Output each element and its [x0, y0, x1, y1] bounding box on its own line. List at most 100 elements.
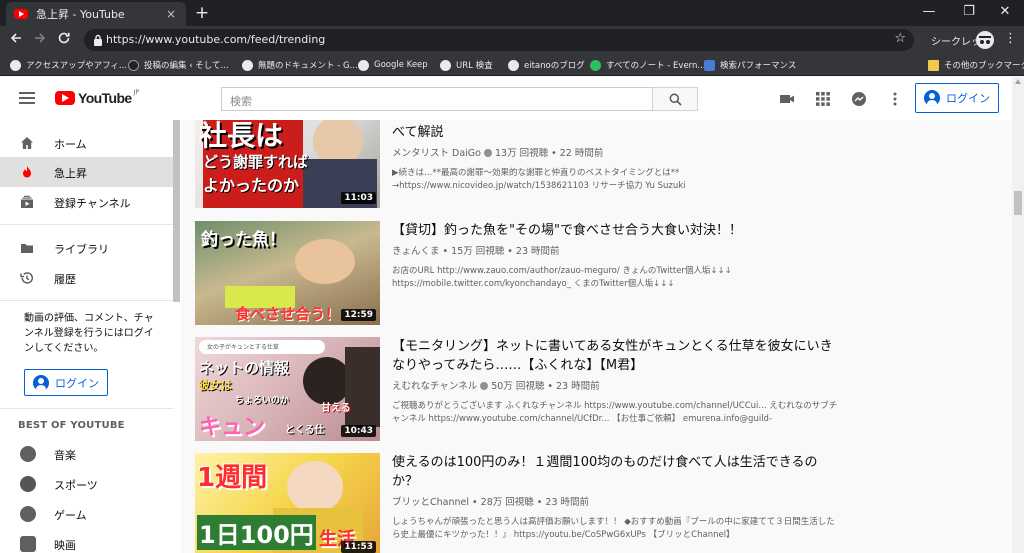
- video-item[interactable]: 女の子がキュンとする仕草 ネットの情報 彼女は ちょろいのか 甘える キュン と…: [195, 337, 995, 441]
- tab-title: 急上昇 - YouTube: [36, 8, 125, 21]
- thumbnail-text: 食べさせ合う！: [235, 305, 341, 323]
- browser-toolbar: https://www.youtube.com/feed/trending ☆ …: [0, 26, 1024, 54]
- video-stats: 28万 回視聴 • 23 時間前: [480, 497, 590, 508]
- sidebar-item-trending[interactable]: 急上昇: [0, 157, 173, 187]
- settings-more-icon[interactable]: [887, 91, 903, 107]
- sidebar-item-subscriptions[interactable]: 登録チャンネル: [0, 187, 173, 217]
- sidebar-item-library[interactable]: ライブラリ: [0, 233, 173, 263]
- video-title[interactable]: 【貸切】釣った魚を"その場"で食べさせ合う大食い対決！！: [392, 221, 842, 240]
- video-thumbnail[interactable]: 女の子がキュンとする仕草 ネットの情報 彼女は ちょろいのか 甘える キュン と…: [195, 337, 380, 441]
- sidebar-scrollbar[interactable]: [173, 120, 180, 302]
- bookmark-item[interactable]: 検索パフォーマンス: [704, 58, 796, 72]
- bookmark-item[interactable]: eitanoのブログ: [508, 58, 585, 72]
- channel-name[interactable]: ブリッとChannel: [392, 497, 469, 508]
- url-text: https://www.youtube.com/feed/trending: [106, 33, 326, 46]
- bookmark-item[interactable]: すべてのノート - Evern...: [590, 58, 706, 72]
- incognito-icon[interactable]: [976, 31, 994, 49]
- bookmark-item[interactable]: URL 検査: [440, 58, 493, 72]
- bookmark-star-icon[interactable]: ☆: [894, 31, 906, 46]
- video-info: のどうしているんでしょうか【謝罪のうまい下手】のうまい謝罪の謝罪を比べて解説 メ…: [392, 120, 842, 193]
- game-icon: [20, 506, 36, 522]
- guide-sidebar: ホーム 急上昇 登録チャンネル ライブラリ 履歴 動画の評価、コメント、チャンネ…: [0, 120, 181, 553]
- video-thumbnail[interactable]: 釣った魚！ 食べさせ合う！ 12:59: [195, 221, 380, 325]
- bookmark-favicon-icon: [10, 59, 21, 71]
- create-video-icon[interactable]: [779, 91, 795, 107]
- video-stats: 13万 回視聴 • 22 時間前: [494, 148, 604, 159]
- best-of-youtube-heading: BEST OF YOUTUBE: [18, 420, 125, 431]
- video-description: しょうちゃんが頑張ったと思う人は高評価お願いします！！ ◆おすすめ動画『プールの…: [392, 517, 835, 540]
- bookmark-favicon-icon: [128, 59, 139, 71]
- close-window-button[interactable]: ✕: [986, 0, 1024, 26]
- sidebar-item-music[interactable]: 音楽: [0, 439, 173, 469]
- thumbnail-text: とくる仕: [285, 425, 325, 436]
- share-messages-icon[interactable]: [851, 91, 867, 107]
- sidebar-item-history[interactable]: 履歴: [0, 263, 173, 293]
- video-duration: 10:43: [341, 425, 376, 437]
- close-tab-icon[interactable]: ×: [164, 7, 178, 21]
- browser-menu-icon[interactable]: ⋮: [1004, 32, 1017, 46]
- sidebar-item-home[interactable]: ホーム: [0, 128, 173, 158]
- sidebar-item-sports[interactable]: スポーツ: [0, 469, 173, 499]
- thumbnail-text: 甘える: [321, 403, 351, 414]
- video-title[interactable]: 【モニタリング】ネットに書いてある女性がキュンとくる仕草を彼女にいきなりやってみ…: [392, 337, 842, 375]
- person-figure: [287, 461, 343, 513]
- bookmark-item[interactable]: アクセスアップやアフィ...: [10, 58, 127, 72]
- video-stats: 15万 回視聴 • 23 時間前: [451, 246, 560, 257]
- home-icon: [21, 137, 33, 149]
- channel-name[interactable]: メンタリスト DaiGo: [392, 148, 481, 159]
- sidebar-item-gaming[interactable]: ゲーム: [0, 499, 173, 529]
- minimize-window-button[interactable]: —: [910, 0, 948, 26]
- video-duration: 12:59: [341, 309, 376, 321]
- apps-grid-icon[interactable]: [815, 91, 831, 107]
- new-tab-button[interactable]: +: [193, 3, 211, 23]
- bookmark-item[interactable]: Google Keep: [358, 58, 428, 72]
- search-console-icon: [704, 59, 715, 71]
- maximize-window-button[interactable]: ❐: [950, 0, 988, 26]
- youtube-logo[interactable]: YouTube JP: [55, 88, 139, 106]
- back-icon[interactable]: [6, 30, 26, 50]
- video-thumbnail[interactable]: 1週間 1日100円 生活 11:53: [195, 453, 380, 553]
- browser-tab-strip: 急上昇 - YouTube × + — ❐ ✕: [0, 0, 1024, 26]
- reload-icon[interactable]: [54, 30, 74, 50]
- search-button[interactable]: [652, 87, 698, 111]
- bookmark-favicon-icon: [508, 59, 519, 71]
- video-item[interactable]: 釣った魚！ 食べさせ合う！ 12:59 【貸切】釣った魚を"その場"で食べさせ合…: [195, 221, 995, 325]
- address-bar[interactable]: https://www.youtube.com/feed/trending ☆: [84, 29, 914, 51]
- channel-name[interactable]: きょんくま: [392, 246, 440, 257]
- bookmark-item[interactable]: 投稿の編集 ‹ そして...: [128, 58, 229, 72]
- subscriptions-icon: [21, 195, 33, 208]
- forward-icon[interactable]: [30, 30, 50, 50]
- guide-menu-icon[interactable]: [19, 92, 35, 104]
- page-scrollbar[interactable]: [1012, 77, 1024, 553]
- sidebar-item-movies[interactable]: 映画: [0, 529, 173, 553]
- channel-name[interactable]: えむれなチャンネル: [392, 381, 477, 392]
- video-title[interactable]: のどうしているんでしょうか【謝罪のうまい下手】のうまい謝罪の謝罪を比べて解説: [392, 120, 842, 142]
- video-description: ▶続きは…**最高の謝罪〜効果的な謝罪と仲直りのベストタイミングとは** →ht…: [392, 168, 686, 191]
- video-meta: えむれなチャンネル 50万 回視聴 • 23 時間前: [392, 378, 842, 392]
- thumbnail-text: 彼女は: [199, 379, 232, 392]
- thumbnail-text: よかったのか: [203, 176, 300, 195]
- browser-tab[interactable]: 急上昇 - YouTube ×: [6, 2, 186, 26]
- scroll-up-arrow-icon[interactable]: [1015, 79, 1021, 84]
- scrollbar-thumb[interactable]: [1014, 191, 1022, 215]
- account-icon: [924, 90, 940, 106]
- bookmark-favicon-icon: [358, 59, 369, 71]
- bookmarks-bar: アクセスアップやアフィ... 投稿の編集 ‹ そして... 無題のドキュメント …: [0, 54, 1024, 76]
- sidebar-login-button[interactable]: ログイン: [24, 369, 108, 396]
- video-duration: 11:03: [341, 192, 376, 204]
- video-thumbnail[interactable]: 社長は どう謝罪すれば よかったのか 11:03: [195, 120, 380, 208]
- trending-feed: 社長は どう謝罪すれば よかったのか 11:03 のどうしているんでしょうか【謝…: [181, 120, 1012, 553]
- region-code: JP: [133, 88, 139, 96]
- search-input[interactable]: 検索: [221, 87, 653, 111]
- header-login-button[interactable]: ログイン: [915, 83, 999, 113]
- video-item[interactable]: 1週間 1日100円 生活 11:53 使えるのは100円のみ！１週間100均の…: [195, 453, 995, 553]
- video-item[interactable]: 社長は どう謝罪すれば よかったのか 11:03 のどうしているんでしょうか【謝…: [195, 120, 995, 208]
- thumbnail-text: どう謝罪すれば: [203, 153, 309, 171]
- video-title[interactable]: 使えるのは100円のみ！１週間100均のものだけ食べて人は生活できるのか？: [392, 453, 842, 491]
- sidebar-divider: [0, 300, 173, 301]
- login-label: ログイン: [946, 92, 990, 105]
- verified-badge-icon: [480, 382, 489, 390]
- other-bookmarks-folder[interactable]: その他のブックマーク: [928, 58, 1024, 72]
- bookmark-item[interactable]: 無題のドキュメント - G...: [242, 58, 358, 72]
- sports-icon: [20, 476, 36, 492]
